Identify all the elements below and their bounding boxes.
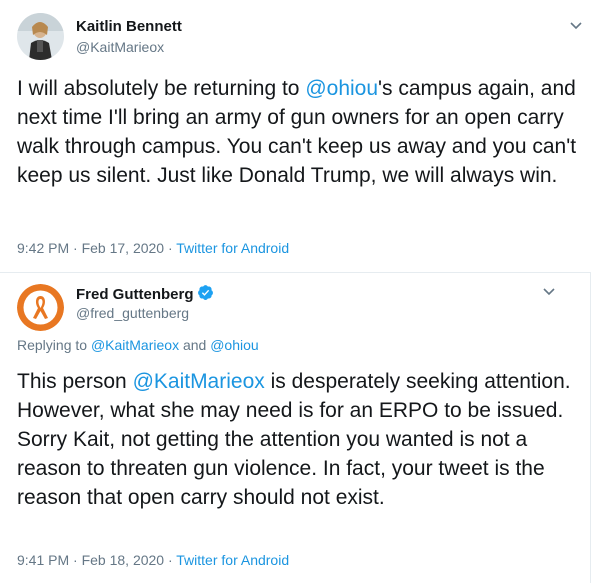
reply-user-link[interactable]: @KaitMarieox — [91, 337, 179, 353]
avatar-photo-icon — [17, 13, 64, 60]
reply-user-link[interactable]: @ohiou — [210, 337, 258, 353]
reply-and: and — [179, 337, 211, 353]
mention-link[interactable]: @ohiou — [305, 77, 378, 100]
avatar[interactable] — [17, 13, 64, 60]
timestamp[interactable]: 9:41 PM · Feb 18, 2020 · — [17, 552, 176, 568]
author-name[interactable]: Fred Guttenberg — [76, 284, 214, 303]
source-link[interactable]: Twitter for Android — [176, 552, 289, 568]
tweet-fred-guttenberg[interactable]: Fred Guttenberg @fred_guttenberg Replyin… — [0, 272, 591, 583]
chevron-down-icon[interactable] — [566, 15, 586, 35]
chevron-down-icon[interactable] — [539, 281, 559, 301]
author-name-text[interactable]: Fred Guttenberg — [76, 286, 194, 303]
author-name[interactable]: Kaitlin Bennett — [76, 18, 182, 35]
author-handle[interactable]: @KaitMarieox — [76, 39, 164, 55]
tweet-text-part: I will absolutely be returning to — [17, 77, 306, 100]
verified-badge-icon — [197, 285, 213, 300]
tweet-text: This person @KaitMarieox is desperately … — [17, 367, 572, 512]
tweet-meta: 9:42 PM · Feb 17, 2020 · Twitter for And… — [17, 240, 289, 256]
source-link[interactable]: Twitter for Android — [176, 240, 289, 256]
mention-link[interactable]: @KaitMarieox — [133, 370, 265, 393]
avatar[interactable] — [17, 284, 64, 331]
timestamp[interactable]: 9:42 PM · Feb 17, 2020 · — [17, 240, 176, 256]
tweet-text-part: This person — [17, 370, 133, 393]
tweet-kaitlin-bennett[interactable]: Kaitlin Bennett @KaitMarieox I will abso… — [0, 0, 604, 270]
replying-to: Replying to @KaitMarieox and @ohiou — [17, 337, 259, 353]
replying-prefix: Replying to — [17, 337, 91, 353]
tweet-meta: 9:41 PM · Feb 18, 2020 · Twitter for And… — [17, 552, 289, 568]
tweet-text: I will absolutely be returning to @ohiou… — [17, 74, 577, 190]
orange-ribbon-icon — [17, 284, 64, 331]
author-handle[interactable]: @fred_guttenberg — [76, 305, 189, 321]
